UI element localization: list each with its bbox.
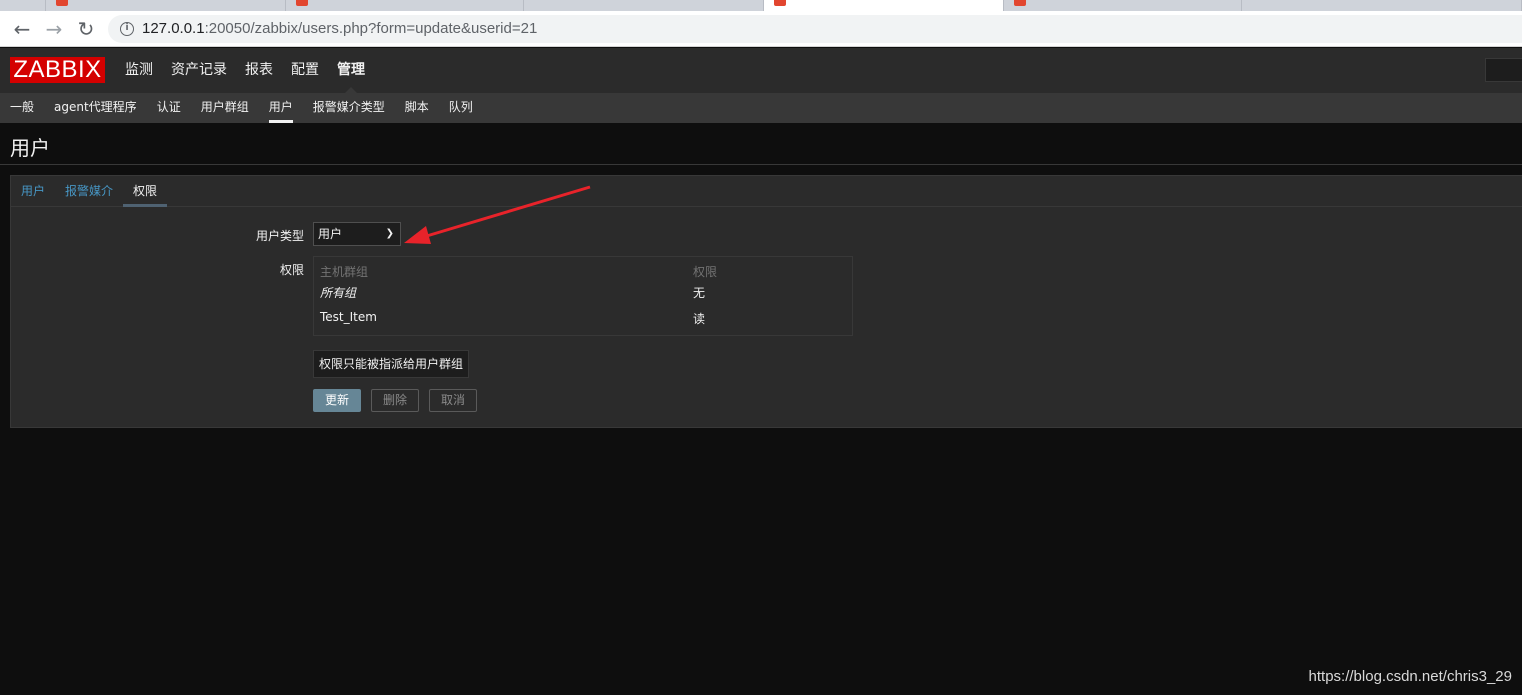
- main-navigation: ZABBIX 监测 资产记录 报表 配置 管理: [0, 48, 1522, 93]
- permissions-table: 主机群组 权限 所有组 无 Test_Item 读: [313, 256, 853, 336]
- url-text: 127.0.0.1:20050/zabbix/users.php?form=up…: [142, 20, 537, 37]
- cancel-button[interactable]: 取消: [429, 389, 477, 412]
- table-row-group: Test_Item: [320, 310, 377, 324]
- favicon-icon: [1014, 0, 1026, 6]
- table-row-permission: 无: [693, 286, 706, 300]
- column-header-hostgroup: 主机群组: [320, 265, 369, 279]
- form-tabs: 用户 报警媒介 权限: [11, 176, 1522, 207]
- menu-monitoring[interactable]: 监测: [116, 48, 162, 93]
- reload-icon[interactable]: ↻: [74, 17, 98, 41]
- url-host: 127.0.0.1: [142, 20, 205, 37]
- user-type-value: 用户: [318, 227, 343, 241]
- url-field[interactable]: i 127.0.0.1:20050/zabbix/users.php?form=…: [108, 15, 1522, 43]
- browser-tab[interactable]: [46, 0, 286, 11]
- user-type-label: 用户类型: [255, 229, 304, 243]
- browser-tab-active[interactable]: [764, 0, 1004, 11]
- permissions-label: 权限: [279, 263, 304, 277]
- page-title: 用户: [10, 136, 50, 160]
- zabbix-logo[interactable]: ZABBIX: [10, 57, 105, 83]
- subnav-scripts[interactable]: 脚本: [395, 93, 439, 123]
- browser-tab[interactable]: [0, 0, 46, 11]
- info-icon[interactable]: i: [120, 22, 134, 36]
- user-form-panel: 用户 报警媒介 权限 用户类型 用户 ❯ 权限 主机群组 权限 所有组 无 Te…: [10, 175, 1522, 428]
- menu-inventory[interactable]: 资产记录: [162, 48, 236, 93]
- watermark: https://blog.csdn.net/chris3_29: [1308, 668, 1512, 685]
- tab-user[interactable]: 用户: [11, 176, 55, 206]
- browser-tab[interactable]: [1004, 0, 1242, 11]
- delete-button[interactable]: 删除: [371, 389, 419, 412]
- back-arrow-icon[interactable]: ←: [10, 17, 34, 41]
- browser-tab[interactable]: [286, 0, 524, 11]
- permissions-note: 权限只能被指派给用户群组: [313, 350, 469, 378]
- browser-tab[interactable]: [1242, 0, 1522, 11]
- browser-address-bar: ← → ↻ i 127.0.0.1:20050/zabbix/users.php…: [0, 11, 1522, 47]
- global-search-input[interactable]: [1485, 58, 1522, 82]
- browser-tab[interactable]: [524, 0, 764, 11]
- tab-permissions[interactable]: 权限: [123, 176, 168, 207]
- user-type-select[interactable]: 用户 ❯: [313, 222, 401, 246]
- menu-administration[interactable]: 管理: [328, 48, 374, 93]
- subnav-queue[interactable]: 队列: [439, 93, 483, 123]
- subnav-authentication[interactable]: 认证: [147, 93, 191, 123]
- forward-arrow-icon[interactable]: →: [42, 17, 66, 41]
- favicon-icon: [774, 0, 786, 6]
- browser-tab-strip: [0, 0, 1522, 11]
- subnav-users[interactable]: 用户: [259, 93, 303, 123]
- subnav-proxies[interactable]: agent代理程序: [44, 93, 147, 123]
- chevron-down-icon: ❯: [385, 228, 394, 239]
- subnav-media-types[interactable]: 报警媒介类型: [303, 93, 395, 123]
- tab-media[interactable]: 报警媒介: [55, 176, 123, 206]
- table-row-group: 所有组: [320, 286, 357, 300]
- menu-configuration[interactable]: 配置: [282, 48, 328, 93]
- menu-reports[interactable]: 报表: [236, 48, 282, 93]
- sub-navigation: 一般 agent代理程序 认证 用户群组 用户 报警媒介类型 脚本 队列: [0, 93, 1522, 123]
- column-header-permission: 权限: [693, 265, 718, 279]
- url-path: :20050/zabbix/users.php?form=update&user…: [204, 20, 538, 37]
- subnav-user-groups[interactable]: 用户群组: [191, 93, 259, 123]
- subnav-general[interactable]: 一般: [0, 93, 44, 123]
- update-button[interactable]: 更新: [313, 389, 361, 412]
- title-divider: [0, 164, 1522, 165]
- main-menu: 监测 资产记录 报表 配置 管理: [116, 48, 374, 93]
- favicon-icon: [296, 0, 308, 6]
- favicon-icon: [56, 0, 68, 6]
- table-row-permission: 读: [693, 312, 706, 326]
